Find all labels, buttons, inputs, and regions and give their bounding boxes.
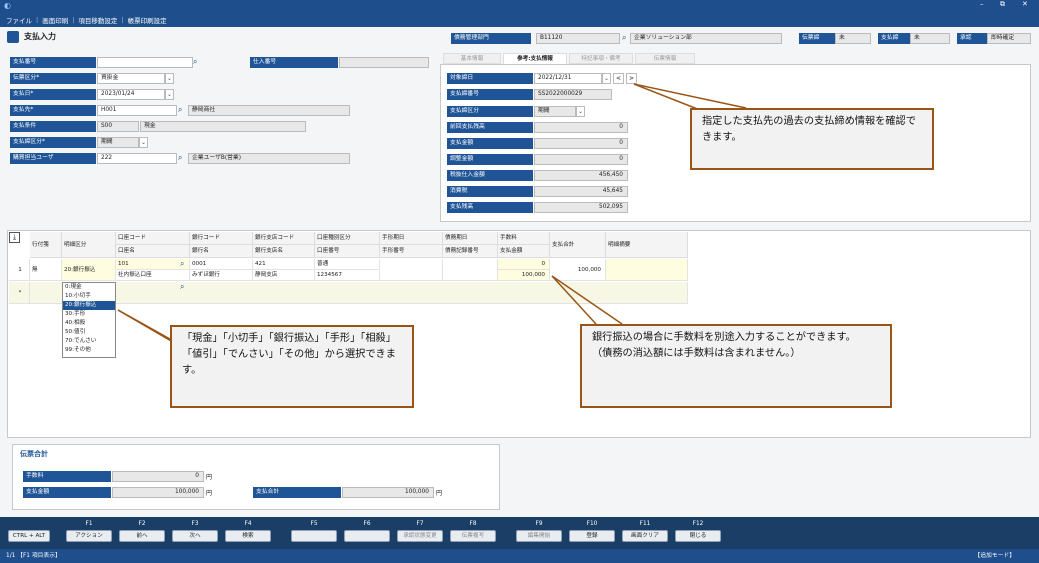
callout-fee-line1: 銀行振込の場合に手数料を別途入力することができます。 xyxy=(592,332,856,343)
prev-record-button[interactable]: 前へ xyxy=(119,530,165,542)
f6-button[interactable] xyxy=(344,530,390,542)
fkey-f3: F3 次へ xyxy=(172,521,218,542)
fkey-ctrl: CTRL + ALT xyxy=(8,521,50,542)
action-button[interactable]: アクション xyxy=(66,530,112,542)
callout-detail-kind: 「現金」「小切手」「銀行振込」「手形」「相殺」「値引」「でんさい」「その他」から… xyxy=(170,325,414,408)
fkey-f2: F2 前へ xyxy=(119,521,165,542)
clear-screen-button[interactable]: 画面クリア xyxy=(622,530,668,542)
fkey-number: F5 xyxy=(310,521,318,527)
fkey-f9: F9 編集開始 xyxy=(516,521,562,542)
fkey-f7: F7 承認状態変更 xyxy=(397,521,443,542)
ctrl-alt-button[interactable]: CTRL + ALT xyxy=(8,530,50,542)
arrow-1 xyxy=(633,83,747,109)
fkey-f8: F8 伝票複写 xyxy=(450,521,496,542)
fkey-f10: F10 登録 xyxy=(569,521,615,542)
fkey-f4: F4 検索 xyxy=(225,521,271,542)
next-record-button[interactable]: 次へ xyxy=(172,530,218,542)
callout-ref-info: 指定した支払先の過去の支払締め情報を確認できます。 xyxy=(690,108,934,170)
fkey-number: F3 xyxy=(191,521,199,527)
status-mode: 【追加モード】 xyxy=(974,553,1015,559)
function-key-bar: CTRL + ALT F1 アクション F2 前へ F3 次へ F4 検索 F5 F6 … xyxy=(0,517,1039,549)
f5-button[interactable] xyxy=(291,530,337,542)
approval-change-button[interactable]: 承認状態変更 xyxy=(397,530,443,542)
fkey-number: F11 xyxy=(639,521,651,527)
fkey-number: F12 xyxy=(692,521,704,527)
fkey-number: F8 xyxy=(469,521,477,527)
close-screen-button[interactable]: 閉じる xyxy=(675,530,721,542)
status-bar: 1/1 【F1 項目表示】 【追加モード】 xyxy=(0,549,1039,563)
register-button[interactable]: 登録 xyxy=(569,530,615,542)
fkey-number: F9 xyxy=(535,521,543,527)
arrow-3 xyxy=(551,275,623,325)
fkey-f5: F5 xyxy=(291,521,337,542)
fkey-number: F4 xyxy=(244,521,252,527)
callout-fee: 銀行振込の場合に手数料を別途入力することができます。 （債務の消込額には手数料は… xyxy=(580,324,892,408)
fkey-number: F10 xyxy=(586,521,598,527)
edit-start-button[interactable]: 編集開始 xyxy=(516,530,562,542)
fkey-number: F6 xyxy=(363,521,371,527)
status-left: 1/1 【F1 項目表示】 xyxy=(6,553,61,559)
arrow-1b xyxy=(633,83,701,111)
arrow-3b xyxy=(551,275,597,325)
fkey-number: F1 xyxy=(85,521,93,527)
fkey-number: F2 xyxy=(138,521,146,527)
fkey-f11: F11 画面クリア xyxy=(622,521,668,542)
fkey-f6: F6 xyxy=(344,521,390,542)
annotation-arrows xyxy=(117,83,747,349)
fkey-number: F7 xyxy=(416,521,424,527)
copy-slip-button[interactable]: 伝票複写 xyxy=(450,530,496,542)
fkey-f1: F1 アクション xyxy=(66,521,112,542)
fkey-f12: F12 閉じる xyxy=(675,521,721,542)
fkey-number xyxy=(8,521,50,528)
callout-fee-line2: （債務の消込額には手数料は含まれません。） xyxy=(592,348,801,359)
search-button[interactable]: 検索 xyxy=(225,530,271,542)
